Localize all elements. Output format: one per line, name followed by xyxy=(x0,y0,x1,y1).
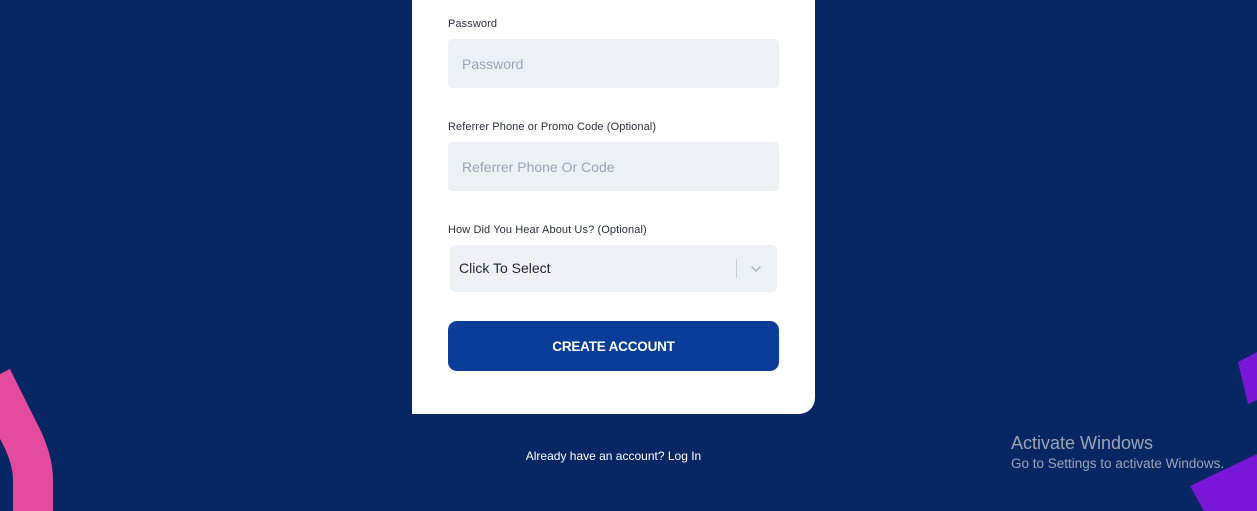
watermark-title: Activate Windows xyxy=(1011,433,1154,453)
chevron-down-icon[interactable] xyxy=(749,262,763,276)
login-link[interactable]: Log In xyxy=(668,449,701,463)
login-prompt-text: Already have an account? xyxy=(525,449,665,463)
password-label: Password xyxy=(448,18,498,30)
signup-page: Password Referrer Phone or Promo Code (O… xyxy=(0,0,1257,511)
activate-windows-watermark: Activate Windows Go to Settings to activ… xyxy=(1011,432,1224,474)
pink-arc-shape xyxy=(0,369,53,511)
signup-card: Password Referrer Phone or Promo Code (O… xyxy=(412,0,815,414)
hear-about-label: How Did You Hear About Us? (Optional) xyxy=(448,224,647,236)
hear-about-select[interactable]: Click To Select xyxy=(450,245,777,292)
hear-about-select-value: Click To Select xyxy=(459,260,551,276)
purple-ribbon-shape xyxy=(1238,352,1257,404)
login-prompt: Already have an account? Log In xyxy=(412,449,815,463)
select-separator xyxy=(736,259,737,278)
referrer-label: Referrer Phone or Promo Code (Optional) xyxy=(448,121,657,133)
create-account-button[interactable]: CREATE ACCOUNT xyxy=(448,321,779,371)
password-input[interactable] xyxy=(448,39,779,88)
referrer-input[interactable] xyxy=(448,142,779,191)
watermark-subtitle: Go to Settings to activate Windows. xyxy=(1011,456,1225,471)
